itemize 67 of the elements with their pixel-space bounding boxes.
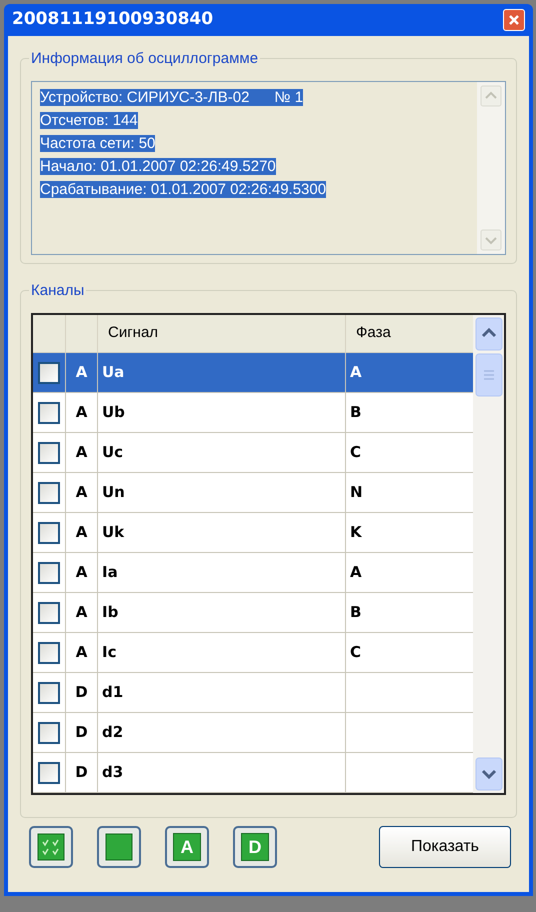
signal-cell-text: Ub (102, 402, 125, 424)
checkbox[interactable] (38, 602, 60, 624)
channel-row[interactable]: A Ua A (33, 353, 473, 393)
channel-row[interactable]: A Ia A (33, 553, 473, 593)
channel-row[interactable]: A Uk K (33, 513, 473, 553)
signal-cell-text: Ia (102, 562, 118, 584)
column-header[interactable]: Сигнал (108, 322, 158, 345)
type-cell-text: A (76, 562, 88, 584)
phase-cell-text: B (350, 402, 362, 424)
channel-row[interactable]: A Ic C (33, 633, 473, 673)
checkbox[interactable] (38, 762, 60, 784)
checkbox[interactable] (38, 522, 60, 544)
channel-row[interactable]: D d3 (33, 753, 473, 793)
scroll-thumb-icon[interactable] (474, 353, 502, 397)
phase-cell-text: A (350, 562, 362, 584)
checkbox[interactable] (38, 642, 60, 664)
scrollbar[interactable] (473, 315, 504, 793)
type-cell-text: A (76, 482, 88, 504)
checkbox[interactable] (38, 722, 60, 744)
signal-cell-text: Uk (102, 522, 124, 544)
checkbox[interactable] (38, 482, 60, 504)
checkbox[interactable] (38, 442, 60, 464)
type-cell-text: D (75, 722, 88, 744)
phase-cell-text: A (350, 362, 362, 384)
channel-row[interactable]: D d1 (33, 673, 473, 713)
phase-cell-text: K (350, 522, 362, 544)
checkmarks-icon (37, 833, 65, 861)
check-all-button[interactable] (29, 826, 73, 868)
type-cell-text: A (76, 642, 88, 664)
signal-cell-text: d2 (102, 722, 124, 744)
type-cell-text: A (76, 602, 88, 624)
type-cell-text: D (75, 682, 88, 704)
signal-cell-text: Ua (102, 362, 124, 384)
scroll-down-icon[interactable] (474, 757, 502, 791)
close-icon (508, 14, 520, 26)
type-cell-text: A (76, 362, 88, 384)
phase-cell-text: N (350, 482, 363, 504)
checkbox[interactable] (38, 562, 60, 584)
checkbox[interactable] (38, 682, 60, 704)
checkbox[interactable] (38, 362, 60, 384)
column-header[interactable]: Фаза (356, 322, 391, 345)
channel-row[interactable]: A Ib B (33, 593, 473, 633)
window-title: 20081119100930840 (12, 8, 214, 32)
signal-cell-text: Ic (102, 642, 116, 664)
phase-cell-text: B (350, 602, 362, 624)
signal-cell-text: Ib (102, 602, 118, 624)
info-text-area[interactable]: Устройство: СИРИУС-3-ЛВ-02 № 1 Отсчетов: 144 Частота сети: 50 Начало: 01.01.2007 02:26:49.5270 Срабатывание: 01.01.2007 02:26:49.5300 (31, 81, 506, 255)
clear-button[interactable] (97, 826, 141, 868)
phase-cell-text: C (350, 442, 362, 464)
checkbox[interactable] (38, 402, 60, 424)
signal-cell-text: d1 (102, 682, 124, 704)
type-cell-text: A (76, 402, 88, 424)
square-icon (105, 833, 133, 861)
show-button[interactable]: Показать (379, 826, 511, 868)
type-cell-text: A (76, 522, 88, 544)
signal-cell-text: Uc (102, 442, 124, 464)
signal-cell-text: d3 (102, 762, 124, 784)
channel-row[interactable]: A Un N (33, 473, 473, 513)
signal-cell-text: Un (102, 482, 125, 504)
type-cell-text: D (75, 762, 88, 784)
type-cell-text: A (76, 442, 88, 464)
channel-row[interactable]: D d2 (33, 713, 473, 753)
close-button[interactable] (503, 9, 525, 31)
channel-row[interactable]: A Uc C (33, 433, 473, 473)
phase-cell-text: C (350, 642, 362, 664)
channel-row[interactable]: A Ub B (33, 393, 473, 433)
scroll-up-icon[interactable] (474, 317, 502, 351)
